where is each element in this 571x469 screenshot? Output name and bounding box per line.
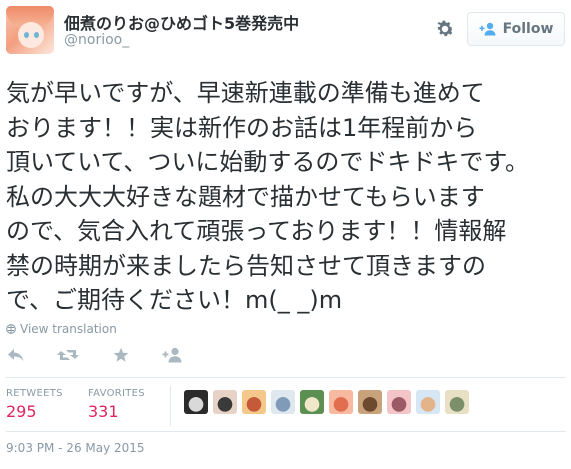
- tweet-text-line: 私の大大大好きな題材で描かせてもらいます: [6, 182, 485, 211]
- follow-label: Follow: [502, 21, 554, 37]
- tweet-text-line: ので、気合入れて頑張っております！！情報解: [6, 217, 507, 245]
- tweet-text-line: 頂いていて、ついに始動するのでドキドキです。: [6, 148, 529, 176]
- retweets-label: RETWEETS: [6, 388, 63, 399]
- follow-button[interactable]: Follow: [467, 12, 565, 46]
- tweet-text-line: 禁の時期が来ましたら告知させて頂きますの: [6, 251, 486, 280]
- divider: [6, 377, 566, 378]
- user-handle[interactable]: @norioo_: [64, 32, 129, 48]
- globe-icon: [6, 324, 16, 334]
- retweets-stat[interactable]: RETWEETS 295: [6, 388, 63, 421]
- favorite-icon[interactable]: [111, 346, 131, 364]
- favoriter-avatar[interactable]: [271, 390, 295, 414]
- tweet-text-line: 気が早いですが、早速新連載の準備も進めて: [6, 79, 485, 107]
- favorites-stat[interactable]: FAVORITES 331: [88, 388, 145, 421]
- favorites-count: 331: [88, 402, 119, 421]
- favoriter-avatar[interactable]: [416, 390, 440, 414]
- avatar[interactable]: [6, 6, 54, 54]
- add-user-icon: [479, 22, 496, 36]
- tweet-text: 気が早いですが、早速新連載の準備も進めて おります！！実は新作のお話は1年程前か…: [6, 76, 568, 318]
- favoriter-avatar[interactable]: [358, 390, 382, 414]
- tweet-text-line: で、ご期待ください！m(_ _)m: [6, 286, 343, 314]
- favoriter-avatar[interactable]: [213, 390, 237, 414]
- favoriter-avatar[interactable]: [242, 390, 266, 414]
- tweet-timestamp[interactable]: 9:03 PM - 26 May 2015: [6, 441, 145, 455]
- tweet-card: 佃煮のりお@ひめゴト5巻発売中 @norioo_ Follow 気が早いですが、…: [0, 0, 571, 469]
- tweet-text-line: おります！！実は新作のお話は1年程前から: [6, 113, 478, 142]
- follow-icon[interactable]: [161, 346, 185, 364]
- reply-icon[interactable]: [6, 346, 26, 364]
- retweets-count: 295: [6, 402, 37, 421]
- favoriter-avatar[interactable]: [445, 390, 469, 414]
- gear-icon[interactable]: [434, 18, 456, 40]
- display-name[interactable]: 佃煮のりお@ひめゴト5巻発売中: [64, 10, 299, 34]
- favoriter-avatar[interactable]: [300, 390, 324, 414]
- favoriter-avatar[interactable]: [329, 390, 353, 414]
- stat-divider: [170, 386, 171, 426]
- favoriter-avatar[interactable]: [387, 390, 411, 414]
- favoriter-avatar[interactable]: [184, 390, 208, 414]
- view-translation-link[interactable]: View translation: [6, 322, 117, 336]
- retweet-icon[interactable]: [56, 346, 80, 364]
- view-translation-label: View translation: [20, 322, 117, 336]
- favorites-label: FAVORITES: [88, 388, 145, 399]
- divider: [6, 431, 566, 432]
